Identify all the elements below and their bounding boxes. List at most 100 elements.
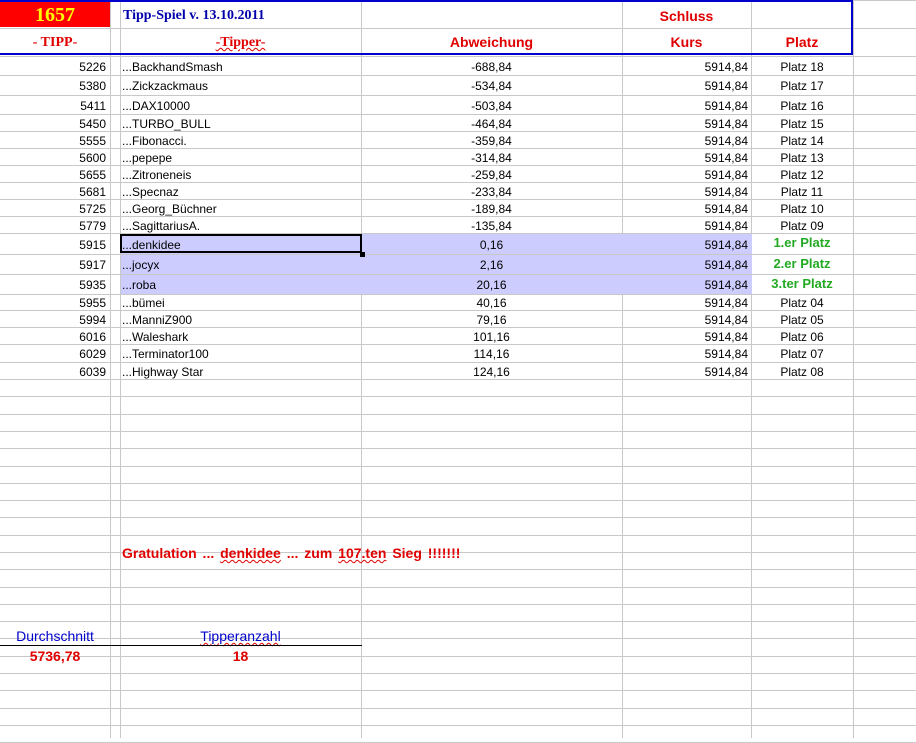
platz-value[interactable]: Platz 13 — [751, 152, 853, 164]
kurs-value[interactable]: 5914,84 — [622, 203, 748, 215]
tipp-value[interactable]: 6039 — [0, 366, 106, 378]
platz-value[interactable]: Platz 06 — [751, 331, 853, 343]
platz-value[interactable]: Platz 04 — [751, 297, 853, 309]
abweichung-value[interactable]: -135,84 — [361, 220, 622, 232]
kurs-value[interactable]: 5914,84 — [622, 100, 748, 112]
kurs-value[interactable]: 5914,84 — [622, 279, 748, 291]
platz-value[interactable]: Platz 17 — [751, 80, 853, 92]
kurs-value[interactable]: 5914,84 — [622, 366, 748, 378]
abweichung-value[interactable]: 124,16 — [361, 366, 622, 378]
abweichung-value[interactable]: 40,16 — [361, 297, 622, 309]
tipper-name[interactable]: ...ManniZ900 — [122, 314, 192, 326]
abweichung-value[interactable]: 79,16 — [361, 314, 622, 326]
abweichung-value[interactable]: 101,16 — [361, 331, 622, 343]
tipper-name[interactable]: ...BackhandSmash — [122, 61, 223, 73]
fill-handle[interactable] — [360, 252, 365, 257]
platz-value[interactable]: 2.er Platz — [751, 257, 853, 270]
abweichung-value[interactable]: 0,16 — [361, 239, 622, 251]
platz-value[interactable]: Platz 12 — [751, 169, 853, 181]
abweichung-value[interactable]: -189,84 — [361, 203, 622, 215]
tipper-name[interactable]: ...bümei — [122, 297, 165, 309]
tipper-name[interactable]: ...TURBO_BULL — [122, 118, 211, 130]
abweichung-value[interactable]: -259,84 — [361, 169, 622, 181]
tipp-value[interactable]: 5411 — [0, 100, 106, 112]
tipp-value[interactable]: 5600 — [0, 152, 106, 164]
abweichung-value[interactable]: -464,84 — [361, 118, 622, 130]
tipper-name[interactable]: ...jocyx — [122, 259, 159, 271]
tipper-name[interactable]: ...Terminator100 — [122, 348, 209, 360]
abweichung-value[interactable]: -314,84 — [361, 152, 622, 164]
row-gridline — [0, 587, 916, 588]
platz-value[interactable]: Platz 16 — [751, 100, 853, 112]
platz-value[interactable]: Platz 18 — [751, 61, 853, 73]
tipp-value[interactable]: 6016 — [0, 331, 106, 343]
tipper-name[interactable]: ...pepepe — [122, 152, 172, 164]
tipp-value[interactable]: 5450 — [0, 118, 106, 130]
tipper-name[interactable]: ...Specnaz — [122, 186, 179, 198]
abweichung-value[interactable]: 20,16 — [361, 279, 622, 291]
row-gridline — [0, 414, 916, 415]
tipper-name[interactable]: ...Zitroneneis — [122, 169, 191, 181]
kurs-value[interactable]: 5914,84 — [622, 135, 748, 147]
tipp-value[interactable]: 5681 — [0, 186, 106, 198]
row-gridline — [0, 199, 916, 200]
tipp-value[interactable]: 5935 — [0, 279, 106, 291]
kurs-value[interactable]: 5914,84 — [622, 118, 748, 130]
kurs-value[interactable]: 5914,84 — [622, 239, 748, 251]
kurs-value[interactable]: 5914,84 — [622, 348, 748, 360]
row-gridline — [0, 56, 916, 57]
platz-value[interactable]: Platz 05 — [751, 314, 853, 326]
abweichung-value[interactable]: -359,84 — [361, 135, 622, 147]
row-gridline — [0, 483, 916, 484]
tipper-name[interactable]: ...Fibonacci. — [122, 135, 187, 147]
tipp-value[interactable]: 6029 — [0, 348, 106, 360]
abweichung-value[interactable]: -503,84 — [361, 100, 622, 112]
tipper-name[interactable]: ...Zickzackmaus — [122, 80, 208, 92]
tipper-name[interactable]: ...Waleshark — [122, 331, 188, 343]
tipp-value[interactable]: 5725 — [0, 203, 106, 215]
tipp-value[interactable]: 5555 — [0, 135, 106, 147]
platz-value[interactable]: Platz 11 — [751, 186, 853, 198]
abweichung-value[interactable]: -233,84 — [361, 186, 622, 198]
platz-value[interactable]: 3.ter Platz — [751, 277, 853, 290]
kurs-value[interactable]: 5914,84 — [622, 186, 748, 198]
tipp-value[interactable]: 5226 — [0, 61, 106, 73]
kurs-value[interactable]: 5914,84 — [622, 152, 748, 164]
platz-value[interactable]: Platz 14 — [751, 135, 853, 147]
kurs-value[interactable]: 5914,84 — [622, 169, 748, 181]
platz-value[interactable]: Platz 15 — [751, 118, 853, 130]
tipp-value[interactable]: 5380 — [0, 80, 106, 92]
kurs-value[interactable]: 5914,84 — [622, 259, 748, 271]
abweichung-value[interactable]: 2,16 — [361, 259, 622, 271]
tipp-value[interactable]: 5955 — [0, 297, 106, 309]
abweichung-value[interactable]: -688,84 — [361, 61, 622, 73]
tipper-name[interactable]: ...DAX10000 — [122, 100, 190, 112]
tipper-name[interactable]: ...roba — [122, 279, 156, 291]
tipper-name[interactable]: ...Georg_Büchner — [122, 203, 217, 215]
abweichung-value[interactable]: -534,84 — [361, 80, 622, 92]
row-gridline — [0, 182, 916, 183]
kurs-value[interactable]: 5914,84 — [622, 331, 748, 343]
platz-value[interactable]: Platz 08 — [751, 366, 853, 378]
tipp-value[interactable]: 5917 — [0, 259, 106, 271]
tipp-value[interactable]: 5994 — [0, 314, 106, 326]
row-gridline — [0, 148, 916, 149]
average-label: Durchschnitt — [0, 629, 110, 643]
tipp-value[interactable]: 5655 — [0, 169, 106, 181]
tipp-value[interactable]: 5915 — [0, 239, 106, 251]
platz-value[interactable]: Platz 09 — [751, 220, 853, 232]
tipper-name[interactable]: ...SagittariusA. — [122, 220, 200, 232]
kurs-value[interactable]: 5914,84 — [622, 61, 748, 73]
tipp-value[interactable]: 5779 — [0, 220, 106, 232]
kurs-value[interactable]: 5914,84 — [622, 220, 748, 232]
platz-value[interactable]: 1.er Platz — [751, 236, 853, 249]
kurs-value[interactable]: 5914,84 — [622, 297, 748, 309]
kurs-value[interactable]: 5914,84 — [622, 314, 748, 326]
kurs-value[interactable]: 5914,84 — [622, 80, 748, 92]
platz-value[interactable]: Platz 07 — [751, 348, 853, 360]
abweichung-value[interactable]: 114,16 — [361, 348, 622, 360]
tipper-name[interactable]: ...Highway Star — [122, 366, 203, 378]
congrats-mid: ... zum — [287, 545, 333, 561]
selected-cell[interactable] — [120, 234, 362, 253]
platz-value[interactable]: Platz 10 — [751, 203, 853, 215]
